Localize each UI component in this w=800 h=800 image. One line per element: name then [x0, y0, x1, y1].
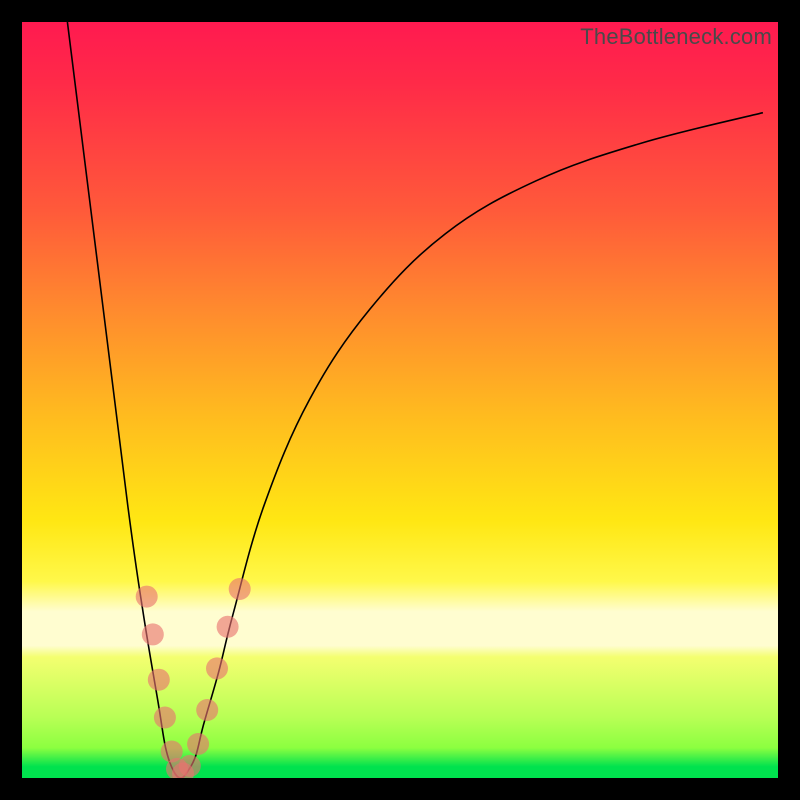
bead-marker — [187, 733, 209, 755]
bead-marker — [217, 616, 239, 638]
bead-marker — [206, 657, 228, 679]
bead-marker — [154, 707, 176, 729]
bead-marker — [136, 586, 158, 608]
bead-marker — [196, 699, 218, 721]
plot-area: TheBottleneck.com — [22, 22, 778, 778]
bead-marker — [179, 755, 201, 777]
bottleneck-curve — [67, 22, 763, 778]
chart-frame: TheBottleneck.com — [0, 0, 800, 800]
bead-marker — [142, 623, 164, 645]
bead-marker — [229, 578, 251, 600]
bead-marker — [148, 669, 170, 691]
bead-cluster — [136, 578, 251, 778]
chart-overlay — [22, 22, 778, 778]
